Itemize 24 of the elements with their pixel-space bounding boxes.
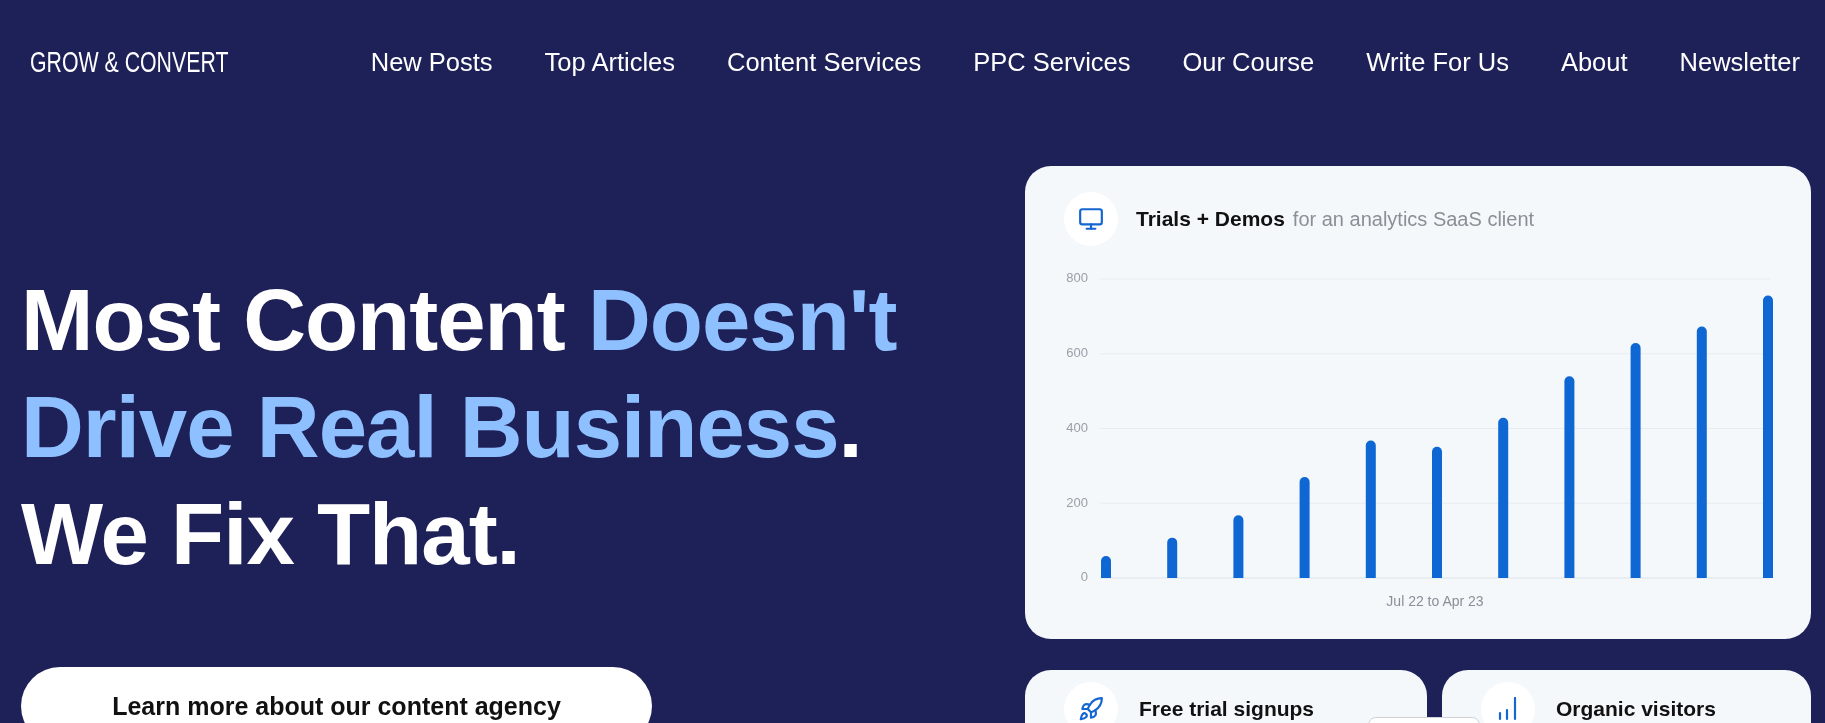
stat-title: Organic visitors — [1556, 697, 1716, 721]
stat-title: Free trial signups — [1139, 697, 1315, 721]
axis-tick-label: 200 — [1066, 494, 1088, 510]
nav-link[interactable]: Our Course — [1182, 47, 1315, 77]
axis-tick-label: 800 — [1066, 270, 1088, 286]
cta-button[interactable]: Learn more about our content agency — [21, 667, 652, 723]
axis-tick-label: 600 — [1066, 345, 1088, 361]
nav-link[interactable]: Newsletter — [1679, 47, 1800, 77]
axis-tick-label: 0 — [1080, 569, 1088, 585]
hero-headline: Most Content Doesn't Drive Real Business. We Fix That. — [21, 270, 898, 584]
card-subtitle: for an analytics SaaS client — [1292, 207, 1535, 231]
chart-bar — [1101, 555, 1111, 578]
axis-title: Jul 22 to Apr 23 — [1386, 592, 1484, 609]
axis-tick-label: 400 — [1066, 419, 1088, 435]
nav-link[interactable]: About — [1560, 47, 1628, 77]
card-title: Trials + Demos — [1136, 207, 1285, 231]
nav-link[interactable]: Top Articles — [544, 47, 675, 77]
chart-bar — [1233, 515, 1244, 578]
nav-link[interactable]: Write For Us — [1366, 47, 1509, 77]
nav-link[interactable]: PPC Services — [973, 47, 1131, 77]
nav-link[interactable]: Content Services — [727, 47, 922, 77]
chart-bar — [1167, 537, 1178, 578]
logo[interactable]: GROW & CONVERT — [30, 45, 229, 79]
nav-link[interactable]: New Posts — [370, 47, 493, 77]
